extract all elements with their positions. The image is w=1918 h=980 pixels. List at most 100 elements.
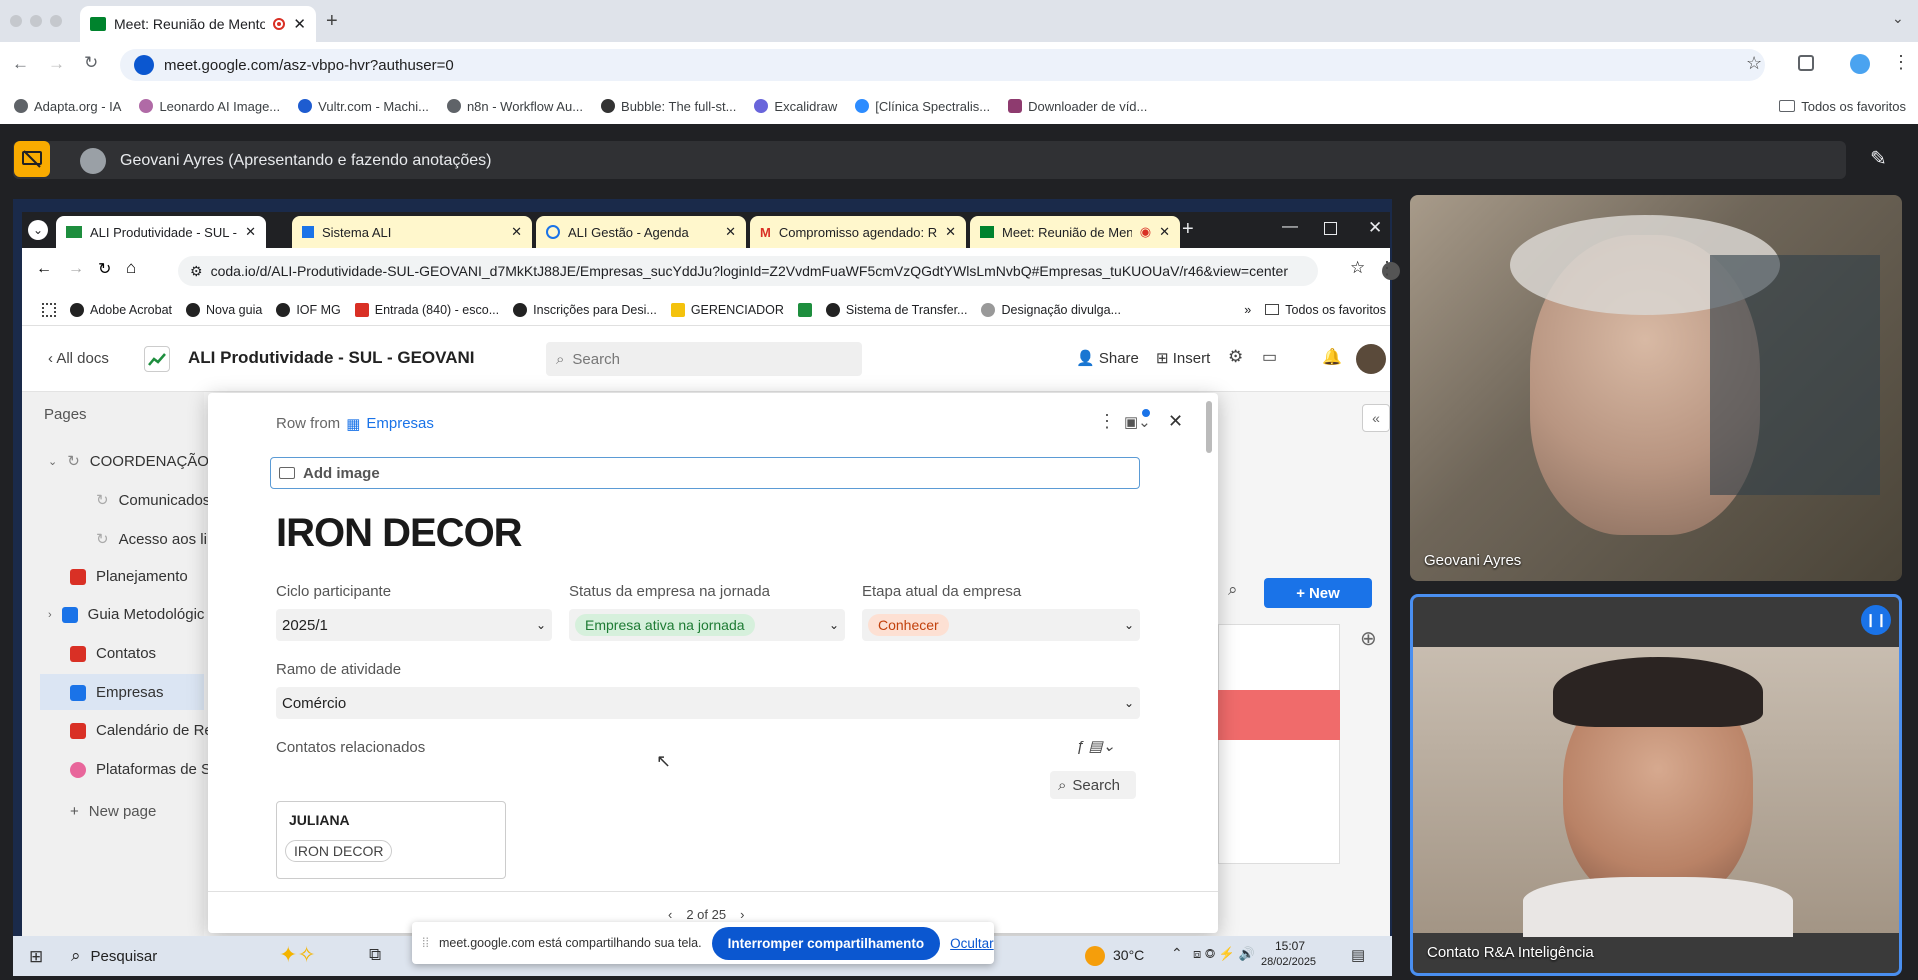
sidebar-item-plataformas[interactable]: Plataformas de S	[70, 761, 211, 778]
forward-icon[interactable]: →	[48, 54, 65, 74]
maximize-icon[interactable]	[1324, 222, 1337, 235]
inner-tab[interactable]: Meet: Reunião de Mentoria◉✕	[970, 216, 1180, 248]
close-window-dot[interactable]	[10, 15, 22, 27]
tab-close-icon[interactable]: ✕	[293, 15, 306, 33]
next-page-icon[interactable]: ›	[740, 907, 744, 922]
all-docs-link[interactable]: ‹ All docs	[48, 350, 109, 367]
inner-menu-icon[interactable]: ⋮	[1378, 258, 1396, 279]
back-icon[interactable]: ←	[12, 54, 29, 74]
inner-address-bar[interactable]: ⚙ coda.io/d/ALI-Produtividade-SUL-GEOVAN…	[178, 256, 1318, 286]
extensions-icon[interactable]	[1798, 55, 1814, 71]
tray-chevron-icon[interactable]: ⌃	[1171, 945, 1183, 962]
inner-tab[interactable]: ALI Gestão - Agenda ✕	[536, 216, 746, 248]
sidebar-item-acesso[interactable]: ↻ Acesso aos li	[96, 530, 207, 549]
site-info-icon[interactable]: ⚙	[190, 263, 203, 280]
participant-tile[interactable]: Geovani Ayres	[1410, 195, 1902, 581]
bookmark-item[interactable]: Designação divulga...	[981, 302, 1121, 317]
status-select[interactable]: Empresa ativa na jornada ⌄	[569, 609, 845, 641]
bookmark-star-icon[interactable]: ☆	[1746, 53, 1762, 74]
new-page-button[interactable]: + New page	[70, 803, 156, 820]
outer-address-bar[interactable]: meet.google.com/asz-vbpo-hvr?authuser=0	[120, 49, 1765, 81]
bookmark-item[interactable]: Vultr.com - Machi...	[298, 99, 429, 114]
prev-page-icon[interactable]: ‹	[668, 907, 672, 922]
bookmark-item[interactable]: Adobe Acrobat	[70, 302, 172, 317]
row-title[interactable]: IRON DECOR	[276, 511, 523, 556]
minimize-window-dot[interactable]	[30, 15, 42, 27]
close-modal-icon[interactable]: ✕	[1168, 411, 1183, 432]
bookmark-item[interactable]: Entrada (840) - esco...	[354, 302, 499, 317]
modal-scrollbar[interactable]	[1206, 401, 1212, 453]
task-view-icon[interactable]: ⧉	[369, 945, 381, 965]
new-tab-icon[interactable]: +	[326, 10, 338, 33]
new-row-button[interactable]: + New	[1264, 578, 1372, 608]
participant-tile-speaking[interactable]: ❙❙ Contato R&A Inteligência	[1410, 594, 1902, 976]
drag-handle-icon[interactable]: ⁞⁞	[422, 936, 429, 950]
user-avatar[interactable]	[1356, 344, 1386, 374]
contact-company-chip[interactable]: IRON DECOR	[285, 840, 393, 862]
all-bookmarks[interactable]: Todos os favoritos	[1779, 99, 1906, 114]
back-icon[interactable]: ←	[36, 260, 52, 278]
inner-tab[interactable]: M Compromisso agendado: Re ✕	[750, 216, 966, 248]
sidebar-item-planejamento[interactable]: Planejamento	[70, 568, 188, 585]
formula-icon[interactable]: ƒ ▤⌄	[1076, 737, 1115, 755]
comments-icon[interactable]: ▭	[1262, 347, 1277, 367]
maximize-window-dot[interactable]	[50, 15, 62, 27]
etapa-select[interactable]: Conhecer ⌄	[862, 609, 1140, 641]
bookmark-item[interactable]: Adapta.org - IA	[14, 99, 121, 114]
bookmark-item[interactable]: GERENCIADOR	[670, 302, 784, 317]
minimize-icon[interactable]: —	[1282, 218, 1298, 236]
bookmark-item[interactable]: Downloader de víd...	[1008, 99, 1147, 114]
forward-icon[interactable]: →	[68, 260, 84, 278]
notifications-bell-icon[interactable]: 🔔	[1322, 347, 1342, 367]
windows-start-icon[interactable]: ⊞	[29, 947, 43, 967]
bookmark-item[interactable]	[797, 302, 812, 317]
collapse-panel-icon[interactable]: «	[1362, 404, 1390, 432]
bookmark-item[interactable]: Sistema de Transfer...	[825, 302, 967, 317]
bookmark-item[interactable]: Excalidraw	[754, 99, 837, 114]
reload-icon[interactable]: ↻	[84, 53, 98, 73]
tab-search-chevron-icon[interactable]: ⌄	[1892, 10, 1904, 27]
new-tab-icon[interactable]: +	[1182, 218, 1194, 241]
ramo-select[interactable]: Comércio ⌄	[276, 687, 1140, 719]
inner-tab[interactable]: ALI Produtividade - SUL - GEOVANI✕	[56, 216, 266, 248]
bookmark-item[interactable]: IOF MG	[276, 302, 341, 317]
bookmark-item[interactable]: Bubble: The full-st...	[601, 99, 736, 114]
bookmark-item[interactable]: [Clínica Spectralis...	[855, 99, 990, 114]
contacts-search[interactable]: ⌕ Search	[1050, 771, 1136, 799]
close-icon[interactable]: ✕	[1368, 218, 1382, 238]
hide-link[interactable]: Ocultar	[950, 936, 994, 951]
sidebar-item-empresas[interactable]: Empresas	[70, 684, 164, 701]
table-search-icon[interactable]: ⌕	[1228, 580, 1238, 600]
insert-button[interactable]: ⊞ Insert	[1156, 349, 1210, 367]
bookmark-star-icon[interactable]: ☆	[1350, 258, 1365, 278]
sidebar-item-coordenacao[interactable]: ⌄ ↻ COORDENAÇÃO	[48, 452, 209, 471]
reload-icon[interactable]: ↻	[98, 259, 111, 279]
bookmark-item[interactable]: Nova guia	[186, 302, 262, 317]
add-image-button[interactable]: Add image	[270, 457, 1140, 489]
share-button[interactable]: 👤 Share	[1076, 349, 1139, 367]
table-link[interactable]: Empresas	[366, 415, 434, 433]
more-options-icon[interactable]: ⋮	[1098, 411, 1116, 432]
annotate-pen-icon[interactable]: ✎	[1870, 146, 1887, 171]
more-bookmarks-icon[interactable]: »	[1244, 303, 1251, 317]
outer-tab-meet[interactable]: Meet: Reunião de Mentoria ✕	[80, 6, 316, 42]
bookmark-item[interactable]: Inscrições para Desi...	[513, 302, 657, 317]
sidebar-item-contatos[interactable]: Contatos	[70, 645, 156, 662]
add-column-icon[interactable]: ⊕	[1360, 626, 1377, 651]
bookmark-item[interactable]: Leonardo AI Image...	[139, 99, 280, 114]
inner-tab[interactable]: Sistema ALI ✕	[292, 216, 532, 248]
notifications-icon[interactable]: ▤	[1351, 946, 1365, 964]
bookmark-item[interactable]: n8n - Workflow Au...	[446, 99, 583, 114]
outer-menu-icon[interactable]: ⋮	[1892, 52, 1910, 73]
stop-presenting-icon[interactable]	[14, 141, 50, 177]
sidebar-item-calendario[interactable]: Calendário de Re	[70, 722, 213, 739]
tray-icons[interactable]: ⧈ ◎ ⚡ 🔊	[1193, 946, 1255, 962]
sidebar-item-comunicados[interactable]: ↻ Comunicados	[96, 491, 210, 510]
settings-gear-icon[interactable]: ⚙	[1228, 347, 1243, 367]
stop-sharing-button[interactable]: Interromper compartilhamento	[711, 926, 941, 960]
profile-icon[interactable]	[1850, 54, 1870, 74]
apps-grid-icon[interactable]	[42, 302, 56, 317]
contact-card[interactable]: JULIANA IRON DECOR	[276, 801, 506, 879]
sidebar-item-guia[interactable]: › Guia Metodológic	[48, 606, 204, 623]
coda-search-input[interactable]: ⌕ Search	[546, 342, 862, 376]
